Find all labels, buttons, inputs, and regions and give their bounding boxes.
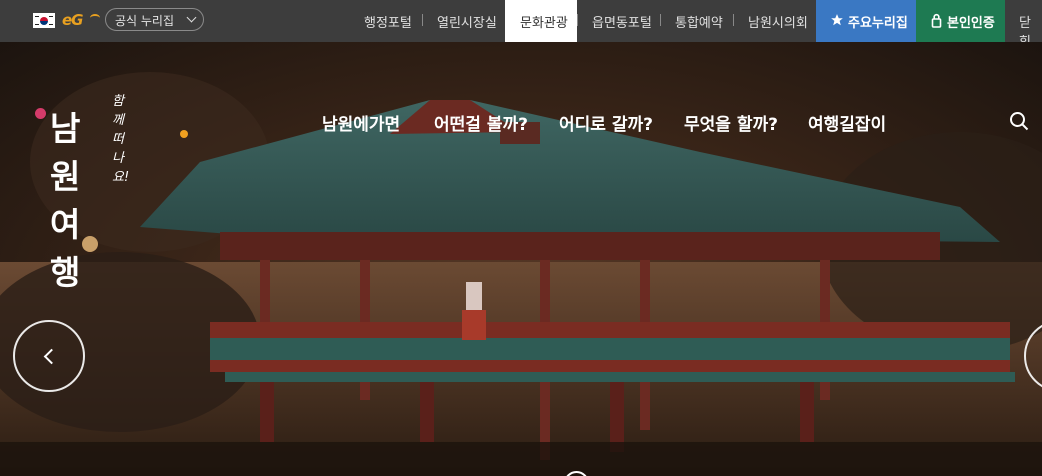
prev-slide-button[interactable]: [13, 320, 85, 392]
main-sites-button[interactable]: 주요누리집: [816, 0, 916, 42]
toplink-reservation[interactable]: 통합예약: [675, 12, 723, 31]
eg-logo[interactable]: eG: [62, 11, 100, 29]
flower-icon: [35, 108, 46, 119]
nav-item-namwon[interactable]: 남원에가면: [322, 110, 400, 135]
hero-image: [0, 72, 1042, 476]
divider: [660, 14, 661, 26]
divider: [733, 14, 734, 26]
toplink-admin-portal[interactable]: 행정포털: [364, 12, 412, 31]
divider: [422, 14, 423, 26]
flag-icon: [33, 13, 55, 28]
lock-icon: [931, 13, 942, 28]
chevron-left-icon: [43, 348, 60, 365]
search-icon[interactable]: [1009, 111, 1029, 131]
hero-slider: 함께 떠나요! 남원여행 남원에가면 어떤걸 볼까? 어디로 갈까? 무엇을 할…: [0, 42, 1042, 476]
toplink-culture-tourism[interactable]: 문화관광: [505, 0, 577, 42]
toplink-mayor-office[interactable]: 열린시장실: [437, 12, 497, 31]
official-site-select[interactable]: 공식 누리집: [105, 8, 204, 31]
logo-tagline: 함께 떠나요!: [112, 94, 130, 185]
toplink-city-council[interactable]: 남원시의회: [748, 12, 808, 31]
logo-title: 남원여행: [50, 109, 80, 292]
nav-item-see[interactable]: 어떤걸 볼까?: [434, 110, 528, 135]
nav-item-go[interactable]: 어디로 갈까?: [559, 110, 653, 135]
divider: [577, 14, 578, 26]
nav-item-guide[interactable]: 여행길잡이: [808, 110, 886, 135]
nav-item-do[interactable]: 무엇을 할까?: [684, 110, 778, 135]
top-utility-bar: eG 공식 누리집 행정포털 열린시장실 문화관광 읍면동포털 통합예약 남원시…: [0, 0, 1042, 50]
star-icon: [831, 14, 843, 26]
identity-auth-button[interactable]: 본인인증: [916, 0, 1005, 42]
chevron-down-icon: [186, 12, 197, 23]
toplink-town-portal[interactable]: 읍면동포털: [592, 12, 652, 31]
sparkle-icon: [180, 130, 188, 138]
